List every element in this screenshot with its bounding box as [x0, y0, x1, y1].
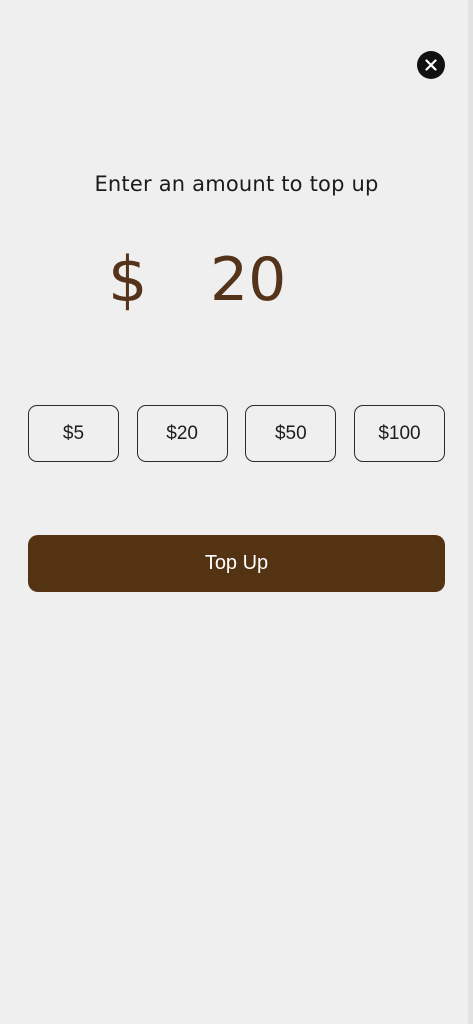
currency-symbol: $ — [108, 243, 148, 316]
preset-50-button[interactable]: $50 — [245, 405, 337, 462]
preset-5-button[interactable]: $5 — [28, 405, 119, 462]
right-edge-divider — [468, 0, 473, 1024]
preset-amounts: $5 $20 $50 $100 — [28, 405, 445, 462]
preset-20-button[interactable]: $20 — [136, 405, 228, 462]
preset-100-button[interactable]: $100 — [353, 405, 445, 462]
close-button[interactable] — [417, 51, 445, 79]
close-icon — [425, 59, 437, 71]
top-up-button[interactable]: Top Up — [28, 535, 445, 592]
amount-entry: $ — [0, 240, 473, 320]
top-up-prompt: Enter an amount to top up — [94, 172, 379, 196]
amount-input[interactable] — [210, 244, 410, 316]
